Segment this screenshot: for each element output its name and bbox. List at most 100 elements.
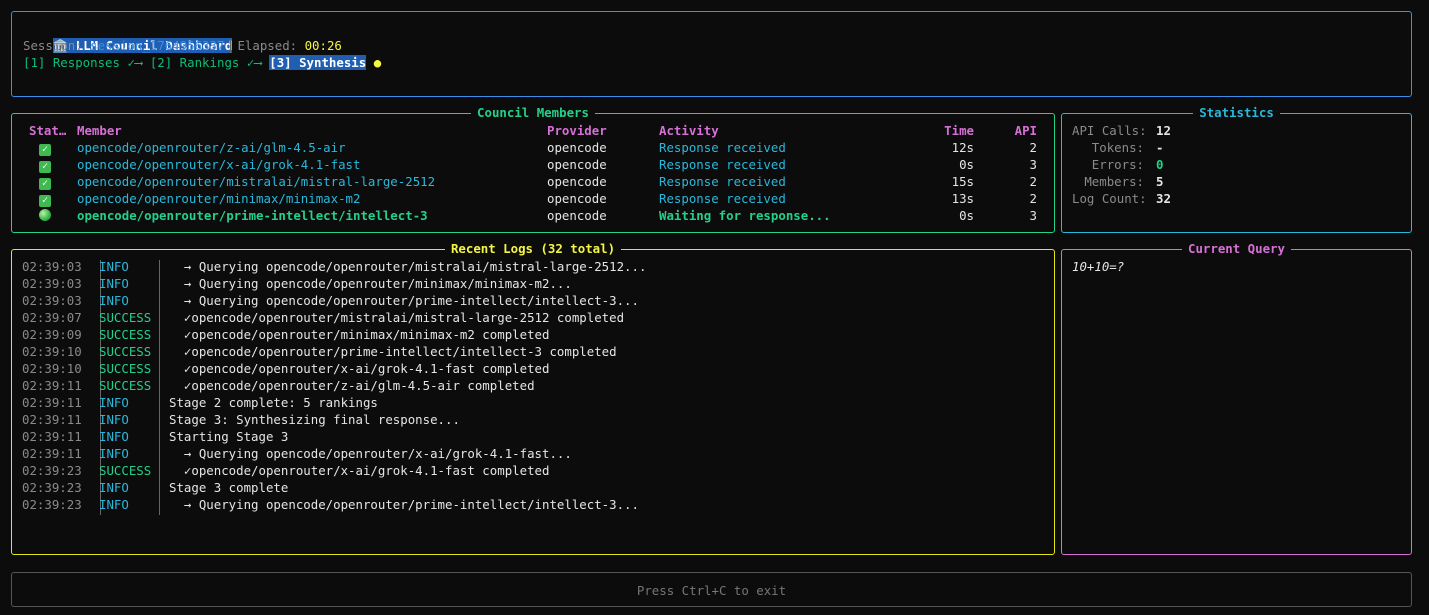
current-query-title: Current Query xyxy=(1182,241,1291,256)
checkbox-done-icon: ✓ xyxy=(39,195,51,207)
log-row: 02:39:03 INFO → Querying opencode/openrou… xyxy=(12,292,1054,309)
elapsed-time: 00:26 xyxy=(304,38,342,53)
log-row: 02:39:07 SUCCESS ✓opencode/openrouter/mis… xyxy=(12,309,1054,326)
session-label: Session: xyxy=(23,38,83,53)
member-time: 0s xyxy=(959,208,974,223)
statistics-panel: Statistics API Calls: 12 Tokens: - Errors: 0 M… xyxy=(1061,105,1412,233)
col-status: Stat… xyxy=(29,123,67,138)
log-time: 02:39:03 xyxy=(22,293,82,308)
log-message: → Querying opencode/openrouter/minimax/m… xyxy=(169,276,572,291)
checkbox-done-icon: ✓ xyxy=(39,161,51,173)
member-activity: Response received xyxy=(659,157,786,172)
council-members-panel: Council Members Stat… Member Provider Ac… xyxy=(11,105,1055,233)
elapsed-label: Elapsed: xyxy=(237,38,298,53)
log-row: 02:39:23 INFO Stage 3 complete xyxy=(12,479,1054,496)
log-level: INFO xyxy=(99,497,129,512)
log-message: ✓opencode/openrouter/prime-intellect/int… xyxy=(169,344,617,359)
log-level: INFO xyxy=(99,276,129,291)
log-message: ✓opencode/openrouter/z-ai/glm-4.5-air co… xyxy=(169,378,535,393)
stat-value: 5 xyxy=(1156,174,1164,189)
member-provider: opencode xyxy=(547,140,607,155)
waiting-orb-icon xyxy=(39,209,51,221)
council-members-title: Council Members xyxy=(471,105,595,120)
checkbox-done-icon: ✓ xyxy=(39,144,51,156)
stat-value: 12 xyxy=(1156,123,1171,138)
member-row: ✓ opencode/openrouter/minimax/minimax-m2 o… xyxy=(12,190,1054,207)
recent-logs-title: Recent Logs (32 total) xyxy=(444,241,622,256)
member-api-count: 3 xyxy=(1029,157,1037,172)
log-row: 02:39:11 INFO Stage 3: Synthesizing final … xyxy=(12,411,1054,428)
stat-label: Tokens: xyxy=(1091,140,1144,155)
current-query-panel: Current Query 10+10=? xyxy=(1061,241,1412,555)
member-row: ✓ opencode/openrouter/mistralai/mistral-l… xyxy=(12,173,1054,190)
col-api: API xyxy=(1014,123,1037,138)
footer-bar: Press Ctrl+C to exit xyxy=(11,572,1412,607)
stat-value: - xyxy=(1156,140,1164,155)
recent-logs-panel: Recent Logs (32 total) 02:39:03 INFO → Qu… xyxy=(11,241,1055,555)
log-level: SUCCESS xyxy=(99,361,152,376)
check-arrow-icon: ✓⟶ xyxy=(246,55,262,70)
col-activity: Activity xyxy=(659,123,719,138)
header-panel: 🏛️ LLM Council Dashboard Session: sessio… xyxy=(11,11,1412,97)
log-time: 02:39:23 xyxy=(22,497,82,512)
active-dot-icon: ● xyxy=(373,55,382,70)
log-time: 02:39:03 xyxy=(22,259,82,274)
stat-label: API Calls: xyxy=(1072,123,1147,138)
log-time: 02:39:07 xyxy=(22,310,82,325)
stage-progress: [1] Responses ✓⟶ [2] Rankings ✓⟶ [3] Syn… xyxy=(23,54,381,71)
log-level: INFO xyxy=(99,293,129,308)
member-api-count: 2 xyxy=(1029,191,1037,206)
member-provider: opencode xyxy=(547,208,607,223)
member-provider: opencode xyxy=(547,157,607,172)
statistics-title: Statistics xyxy=(1193,105,1280,120)
log-row: 02:39:03 INFO → Querying opencode/openrou… xyxy=(12,275,1054,292)
stat-value: 0 xyxy=(1156,157,1164,172)
log-row: 02:39:11 SUCCESS ✓opencode/openrouter/z-a… xyxy=(12,377,1054,394)
member-status: ✓ xyxy=(39,173,51,190)
stat-row: Tokens: - xyxy=(1062,139,1411,156)
session-id: session_1764956337 xyxy=(90,38,225,53)
member-activity: Response received xyxy=(659,174,786,189)
checkbox-done-icon: ✓ xyxy=(39,178,51,190)
log-time: 02:39:11 xyxy=(22,378,82,393)
member-activity: Response received xyxy=(659,140,786,155)
log-level: SUCCESS xyxy=(99,327,152,342)
member-row: ✓ opencode/openrouter/z-ai/glm-4.5-air ope… xyxy=(12,139,1054,156)
stat-label: Members: xyxy=(1084,174,1144,189)
log-time: 02:39:11 xyxy=(22,429,82,444)
member-api-count: 3 xyxy=(1029,208,1037,223)
log-level: SUCCESS xyxy=(99,310,152,325)
log-level: INFO xyxy=(99,480,129,495)
log-row: 02:39:11 INFO Stage 2 complete: 5 rankings xyxy=(12,394,1054,411)
stat-row: Log Count: 32 xyxy=(1062,190,1411,207)
stage-1-label: [1] Responses xyxy=(23,55,120,70)
stat-label: Errors: xyxy=(1091,157,1144,172)
check-arrow-icon: ✓⟶ xyxy=(127,55,143,70)
log-time: 02:39:11 xyxy=(22,395,82,410)
log-message: Starting Stage 3 xyxy=(169,429,289,444)
member-name: opencode/openrouter/mistralai/mistral-la… xyxy=(77,174,436,189)
divider xyxy=(230,38,232,53)
member-status: ✓ xyxy=(39,139,51,156)
log-row: 02:39:11 INFO → Querying opencode/openrou… xyxy=(12,445,1054,462)
member-time: 13s xyxy=(951,191,974,206)
member-provider: opencode xyxy=(547,174,607,189)
session-line: Session: session_1764956337 Elapsed: 00:2… xyxy=(23,37,342,55)
log-level: INFO xyxy=(99,395,129,410)
log-time: 02:39:11 xyxy=(22,412,82,427)
log-level: INFO xyxy=(99,412,129,427)
log-message: ✓opencode/openrouter/x-ai/grok-4.1-fast … xyxy=(169,361,550,376)
log-row: 02:39:10 SUCCESS ✓opencode/openrouter/x-a… xyxy=(12,360,1054,377)
log-row: 02:39:23 INFO → Querying opencode/openrou… xyxy=(12,496,1054,513)
member-status: ✓ xyxy=(39,156,51,173)
log-time: 02:39:10 xyxy=(22,361,82,376)
col-provider: Provider xyxy=(547,123,607,138)
member-time: 0s xyxy=(959,157,974,172)
stat-row: Members: 5 xyxy=(1062,173,1411,190)
query-text: 10+10=? xyxy=(1072,259,1125,274)
col-time: Time xyxy=(944,123,974,138)
stat-row: API Calls: 12 xyxy=(1062,122,1411,139)
member-provider: opencode xyxy=(547,191,607,206)
member-row: opencode/openrouter/prime-intellect/inte… xyxy=(12,207,1054,224)
log-time: 02:39:23 xyxy=(22,463,82,478)
